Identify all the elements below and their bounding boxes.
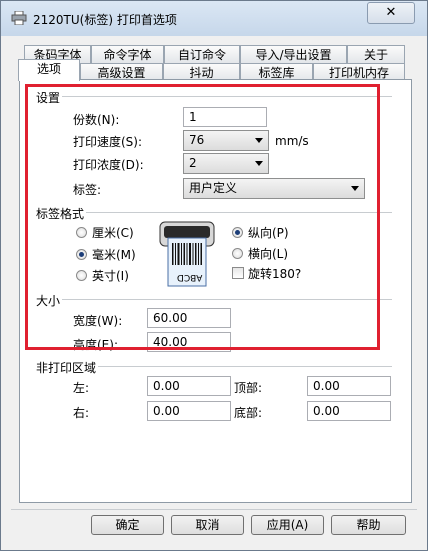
rotate-180-label[interactable]: 旋转180?	[248, 265, 301, 282]
dialog-window: 2120TU(标签) 打印首选项 ✕ 条码字体 命令字体 自订命令 导入/导出设…	[0, 0, 428, 551]
tab-options[interactable]: 选项	[18, 59, 80, 81]
darkness-value: 2	[189, 156, 197, 170]
size-group-label: 大小	[36, 292, 63, 309]
width-label: 宽度(W):	[73, 314, 123, 328]
button-separator	[11, 509, 417, 510]
orientation-portrait-label[interactable]: 纵向(P)	[248, 224, 289, 241]
height-label: 高度(E):	[73, 338, 118, 352]
speed-unit: mm/s	[275, 134, 309, 148]
left-margin-input[interactable]: 0.00	[147, 376, 231, 396]
close-icon: ✕	[385, 5, 397, 20]
bottom-margin-input[interactable]: 0.00	[307, 401, 391, 421]
tab-command-font[interactable]: 命令字体	[91, 45, 164, 63]
orientation-landscape-label[interactable]: 横向(L)	[248, 245, 288, 262]
unit-mm-label[interactable]: 毫米(M)	[92, 246, 136, 263]
apply-button[interactable]: 应用(A)	[251, 515, 324, 535]
unit-cm-radio[interactable]	[76, 227, 87, 238]
tab-import-export[interactable]: 导入/导出设置	[240, 45, 347, 63]
unit-inch-radio[interactable]	[76, 270, 87, 281]
orientation-portrait-radio[interactable]	[232, 227, 243, 238]
settings-group-line	[36, 96, 392, 97]
label-format-group-label: 标签格式	[36, 205, 87, 222]
speed-value: 76	[189, 133, 205, 147]
top-margin-input[interactable]: 0.00	[307, 376, 391, 396]
right-margin-input[interactable]: 0.00	[147, 401, 231, 421]
width-input[interactable]: 60.00	[147, 308, 231, 328]
cancel-button[interactable]: 取消	[171, 515, 244, 535]
label-type-select[interactable]: 用户定义	[183, 178, 365, 199]
height-input[interactable]: 40.00	[147, 332, 231, 352]
darkness-label: 打印浓度(D):	[73, 158, 144, 172]
copies-input[interactable]: 1	[183, 107, 267, 127]
chevron-down-icon	[255, 138, 263, 143]
orientation-landscape-radio[interactable]	[232, 248, 243, 259]
darkness-select[interactable]: 2	[183, 153, 269, 174]
help-button[interactable]: 帮助	[331, 515, 406, 535]
options-panel: 设置 份数(N): 1 打印速度(S): 76 mm/s 打印浓度(D): 2 …	[19, 79, 412, 503]
unit-inch-label[interactable]: 英寸(I)	[92, 267, 129, 284]
label-format-group-line	[36, 212, 392, 213]
bottom-margin-label: 底部:	[234, 406, 263, 420]
tab-custom-command[interactable]: 自订命令	[164, 45, 240, 63]
top-margin-label: 顶部:	[234, 381, 263, 395]
window-title: 2120TU(标签) 打印首选项	[33, 13, 177, 27]
unprintable-group-label: 非打印区域	[36, 359, 99, 376]
preview-sample-text: ABCD	[177, 272, 203, 282]
unit-cm-label[interactable]: 厘米(C)	[92, 224, 134, 241]
printer-icon	[11, 11, 27, 25]
chevron-down-icon	[351, 186, 359, 191]
tab-about[interactable]: 关于	[347, 45, 405, 63]
unit-mm-radio[interactable]	[76, 249, 87, 260]
speed-select[interactable]: 76	[183, 130, 269, 151]
chevron-down-icon	[255, 161, 263, 166]
close-button[interactable]: ✕	[367, 2, 415, 24]
copies-label: 份数(N):	[73, 113, 120, 127]
title-bar: 2120TU(标签) 打印首选项 ✕	[1, 1, 427, 36]
right-margin-label: 右:	[73, 406, 90, 420]
settings-group-label: 设置	[36, 89, 63, 106]
label-type-value: 用户定义	[189, 181, 238, 195]
left-margin-label: 左:	[73, 381, 90, 395]
rotate-180-checkbox[interactable]	[232, 267, 244, 279]
size-group-line	[36, 299, 392, 300]
ok-button[interactable]: 确定	[91, 515, 164, 535]
label-type-label: 标签:	[73, 183, 102, 197]
speed-label: 打印速度(S):	[73, 135, 143, 149]
